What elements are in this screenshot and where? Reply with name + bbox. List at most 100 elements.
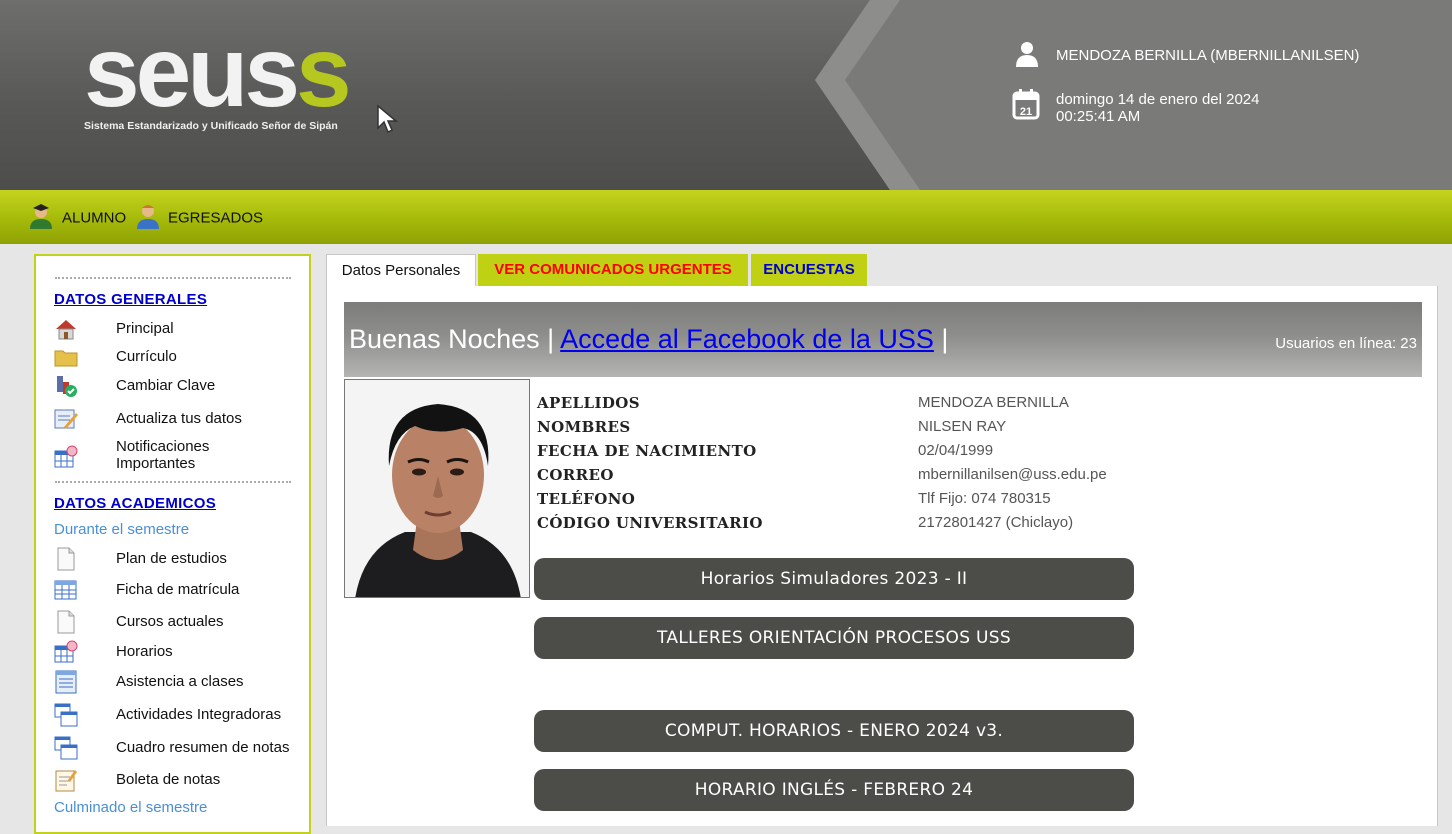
tab-datos-personales[interactable]: Datos Personales xyxy=(326,254,476,286)
menu-label-egresados: EGRESADOS xyxy=(168,209,264,227)
info-value: 02/04/1999 xyxy=(918,442,994,459)
datetime: domingo 14 de enero del 2024 00:25:41 AM xyxy=(1056,91,1260,125)
seuss-logo[interactable]: seuss Sistema Estandarizado y Unificado … xyxy=(84,22,414,142)
main-panel: Buenas Noches | Accede al Facebook de la… xyxy=(326,286,1438,826)
sidebar-item-label: Currículo xyxy=(116,348,177,365)
info-row-correo: CORREO mbernillanilsen@uss.edu.pe xyxy=(537,463,1137,485)
sidebar-item-label: Ficha de matrícula xyxy=(116,581,240,598)
sidebar-item-cambiar-clave[interactable]: Cambiar Clave xyxy=(54,374,304,398)
info-row-codigo: CÓDIGO UNIVERSITARIO 2172801427 (Chiclay… xyxy=(537,511,1137,533)
info-value: NILSEN RAY xyxy=(918,418,1007,435)
menu-item-egresados[interactable]: EGRESADOS xyxy=(136,202,266,232)
info-value: mbernillanilsen@uss.edu.pe xyxy=(918,466,1107,483)
sidebar-item-label: Notificaciones Importantes xyxy=(116,438,209,472)
logo-subtitle: Sistema Estandarizado y Unificado Señor … xyxy=(84,120,338,132)
sidebar-item-asistencia[interactable]: Asistencia a clases xyxy=(54,670,304,694)
current-time: 00:25:41 AM xyxy=(1056,108,1141,125)
sidebar-item-label: Asistencia a clases xyxy=(116,673,244,690)
separator: | xyxy=(547,324,555,354)
subsection-durante-semestre: Durante el semestre xyxy=(54,521,190,538)
talleres-orientacion-button[interactable]: TALLERES ORIENTACIÓN PROCESOS USS xyxy=(534,617,1134,659)
sidebar-item-horarios[interactable]: Horarios xyxy=(54,640,304,664)
sidebar-item-label: Horarios xyxy=(116,643,173,660)
horario-ingles-button[interactable]: HORARIO INGLÉS - FEBRERO 24 xyxy=(534,769,1134,811)
divider xyxy=(55,277,291,279)
user-icon xyxy=(1016,42,1038,67)
sidebar-item-label: Cursos actuales xyxy=(116,613,224,630)
document-icon xyxy=(57,547,75,571)
facebook-link[interactable]: Accede al Facebook de la USS xyxy=(560,324,934,354)
sidebar-item-cuadro-resumen[interactable]: Cuadro resumen de notas xyxy=(54,736,304,760)
info-row-fecha-nacimiento: FECHA DE NACIMIENTO 02/04/1999 xyxy=(537,439,1137,461)
info-label: TELÉFONO xyxy=(537,490,636,508)
info-label: CÓDIGO UNIVERSITARIO xyxy=(537,514,763,532)
greeting-text: Buenas Noches xyxy=(349,324,540,354)
tab-encuestas[interactable]: ENCUESTAS xyxy=(751,254,867,286)
sidebar-item-notificaciones[interactable]: Notificaciones Importantes xyxy=(54,438,304,472)
header: seuss Sistema Estandarizado y Unificado … xyxy=(0,0,1452,190)
menu-item-alumno[interactable]: ALUMNO xyxy=(28,202,128,232)
tab-comunicados-urgentes[interactable]: VER COMUNICADOS URGENTES xyxy=(478,254,748,286)
sidebar-item-label: Actividades Integradoras xyxy=(116,706,282,723)
info-value: 2172801427 (Chiclayo) xyxy=(918,514,1074,531)
notepad-icon xyxy=(55,770,77,792)
horarios-simuladores-button[interactable]: Horarios Simuladores 2023 - II xyxy=(534,558,1134,600)
calendar-alert-icon xyxy=(54,640,78,663)
sidebar-item-label: Cambiar Clave xyxy=(116,377,216,394)
calendar-icon: 21 xyxy=(1012,89,1040,120)
info-label: APELLIDOS xyxy=(537,394,640,412)
student-icon xyxy=(30,204,52,229)
online-users: Usuarios en línea: 23 xyxy=(1275,335,1417,352)
sidebar-item-principal[interactable]: Principal xyxy=(54,317,304,341)
info-label: NOMBRES xyxy=(537,418,631,436)
sidebar-item-label: Plan de estudios xyxy=(116,550,227,567)
sidebar-item-label: Cuadro resumen de notas xyxy=(116,739,290,756)
date-row: 21 domingo 14 de enero del 2024 00:25:41… xyxy=(1012,88,1412,128)
separator: | xyxy=(941,324,949,354)
label-line-2: Importantes xyxy=(116,455,196,472)
cursor-icon xyxy=(377,104,399,134)
sidebar-item-actualiza-datos[interactable]: Actualiza tus datos xyxy=(54,407,304,431)
user-row: MENDOZA BERNILLA (MBERNILLANILSEN) xyxy=(1012,40,1412,70)
section-title-datos-generales[interactable]: DATOS GENERALES xyxy=(54,291,207,308)
sidebar-item-ficha-matricula[interactable]: Ficha de matrícula xyxy=(54,578,304,602)
sidebar-item-actividades[interactable]: Actividades Integradoras xyxy=(54,703,304,727)
list-icon xyxy=(55,670,77,694)
greeting-line: Buenas Noches | Accede al Facebook de la… xyxy=(349,324,948,355)
edit-form-icon xyxy=(54,409,78,429)
calendar-day: 21 xyxy=(1020,106,1032,118)
windows-icon xyxy=(54,736,78,760)
current-date: domingo 14 de enero del 2024 xyxy=(1056,91,1260,108)
calendar-alert-icon xyxy=(54,445,78,468)
sidebar-item-curriculo[interactable]: Currículo xyxy=(54,345,304,369)
section-title-datos-academicos[interactable]: DATOS ACADEMICOS xyxy=(54,495,216,512)
info-row-apellidos: APELLIDOS MENDOZA BERNILLA xyxy=(537,391,1137,413)
sidebar-item-plan-estudios[interactable]: Plan de estudios xyxy=(54,547,304,571)
divider xyxy=(55,481,291,483)
comput-horarios-button[interactable]: COMPUT. HORARIOS - ENERO 2024 v3. xyxy=(534,710,1134,752)
info-label: FECHA DE NACIMIENTO xyxy=(537,442,757,460)
folder-icon xyxy=(54,350,78,367)
label-line-1: Notificaciones xyxy=(116,438,210,455)
sidebar-item-label: Boleta de notas xyxy=(116,771,221,788)
key-icon xyxy=(57,376,77,397)
user-name: MENDOZA BERNILLA (MBERNILLANILSEN) xyxy=(1056,47,1360,64)
menu-label-alumno: ALUMNO xyxy=(62,209,127,227)
greeting-bar: Buenas Noches | Accede al Facebook de la… xyxy=(344,302,1422,377)
info-value: MENDOZA BERNILLA xyxy=(918,394,1069,411)
table-icon xyxy=(54,580,77,600)
subsection-culminado-semestre: Culminado el semestre xyxy=(54,799,208,816)
info-label: CORREO xyxy=(537,466,614,484)
info-value: Tlf Fijo: 074 780315 xyxy=(918,490,1051,507)
windows-icon xyxy=(54,703,78,727)
sidebar-item-boleta[interactable]: Boleta de notas xyxy=(54,768,304,792)
sidebar-item-cursos-actuales[interactable]: Cursos actuales xyxy=(54,610,304,634)
student-photo-image xyxy=(345,380,529,597)
sidebar: DATOS GENERALES Principal Currículo Camb… xyxy=(34,254,311,834)
info-row-telefono: TELÉFONO Tlf Fijo: 074 780315 xyxy=(537,487,1137,509)
sidebar-item-label: Actualiza tus datos xyxy=(116,410,242,427)
document-icon xyxy=(57,610,75,634)
sidebar-item-label: Principal xyxy=(116,320,174,337)
top-menu-bar: ALUMNO EGRESADOS xyxy=(0,190,1452,244)
house-icon xyxy=(56,320,76,340)
